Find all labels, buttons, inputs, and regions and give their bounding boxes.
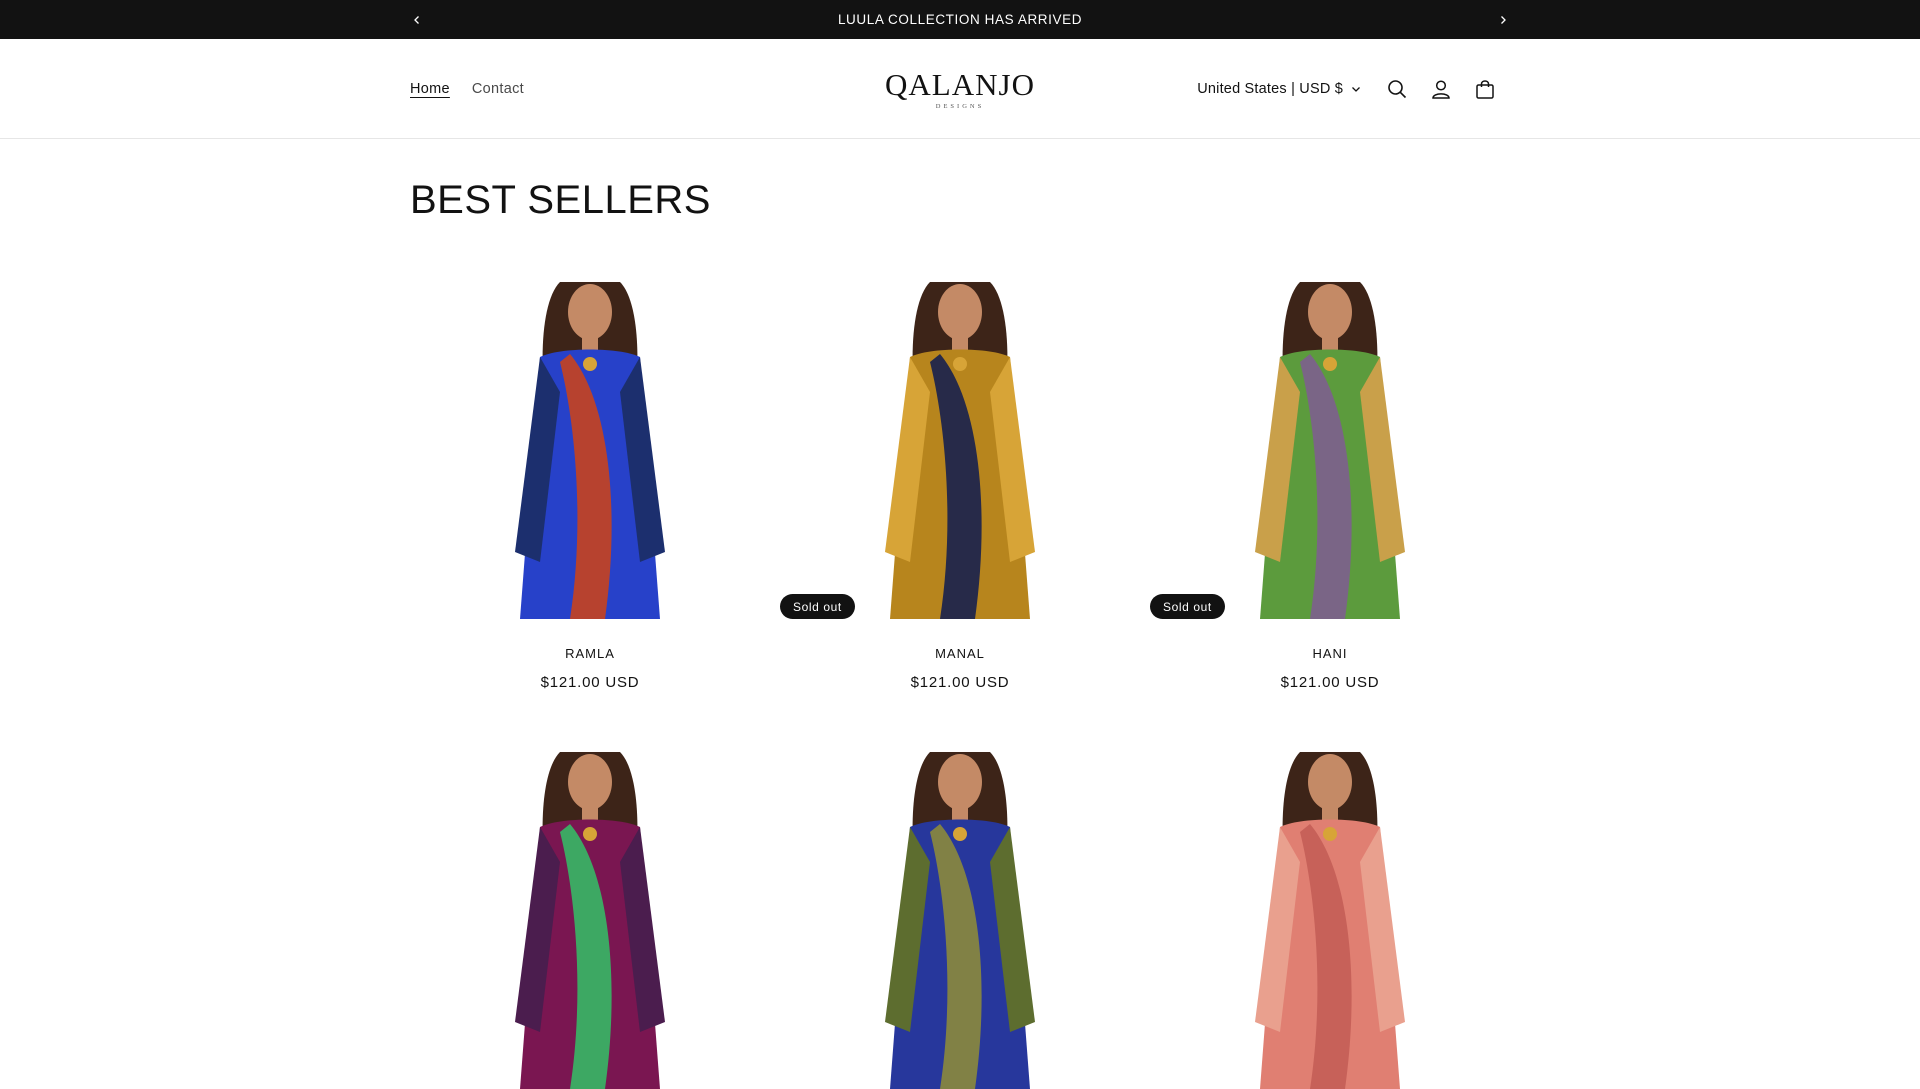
locale-label: United States | USD $ — [1197, 81, 1343, 97]
product-card[interactable] — [780, 732, 1140, 1089]
product-price: $121.00 USD — [780, 674, 1140, 691]
product-image[interactable] — [780, 732, 1140, 1089]
model-photo — [1150, 262, 1510, 619]
nav-contact[interactable]: Contact — [472, 81, 524, 97]
face-shape — [938, 754, 982, 810]
model-photo — [1150, 732, 1510, 1089]
product-card[interactable] — [410, 732, 770, 1089]
main-nav: Home Contact — [410, 39, 524, 139]
face-shape — [1308, 284, 1352, 340]
face-shape — [568, 754, 612, 810]
product-card[interactable] — [1150, 732, 1510, 1089]
chevron-left-icon[interactable] — [402, 0, 432, 39]
chevron-down-icon — [1351, 84, 1361, 94]
brand-tagline: DESIGNS — [936, 103, 984, 110]
product-image[interactable] — [1150, 732, 1510, 1089]
necklace-shape — [583, 827, 597, 841]
model-photo — [410, 262, 770, 619]
product-image[interactable]: Sold out — [780, 262, 1140, 619]
product-price: $121.00 USD — [1150, 674, 1510, 691]
product-title[interactable]: HANI — [1150, 646, 1510, 661]
account-icon[interactable] — [1419, 67, 1463, 111]
face-shape — [568, 284, 612, 340]
product-image[interactable] — [410, 732, 770, 1089]
brand-logo[interactable]: QALANJO DESIGNS — [880, 57, 1040, 121]
product-title[interactable]: MANAL — [780, 646, 1140, 661]
announcement-text[interactable]: LUULA COLLECTION HAS ARRIVED — [838, 12, 1082, 27]
nav-home[interactable]: Home — [410, 81, 450, 97]
announcement-bar: LUULA COLLECTION HAS ARRIVED — [0, 0, 1920, 39]
model-photo — [780, 732, 1140, 1089]
product-card[interactable]: Sold out MANAL $121.00 USD — [780, 262, 1140, 691]
necklace-shape — [953, 827, 967, 841]
chevron-right-icon[interactable] — [1488, 0, 1518, 39]
locale-selector[interactable]: United States | USD $ — [1197, 81, 1361, 97]
sold-out-badge: Sold out — [780, 594, 855, 619]
face-shape — [938, 284, 982, 340]
sold-out-badge: Sold out — [1150, 594, 1225, 619]
model-photo — [780, 262, 1140, 619]
product-card[interactable]: Sold out HANI $121.00 USD — [1150, 262, 1510, 691]
product-image[interactable]: Sold out — [1150, 262, 1510, 619]
product-card[interactable]: RAMLA $121.00 USD — [410, 262, 770, 691]
product-price: $121.00 USD — [410, 674, 770, 691]
header-tools: United States | USD $ — [1197, 39, 1507, 139]
necklace-shape — [953, 357, 967, 371]
site-header: Home Contact QALANJO DESIGNS United Stat… — [0, 39, 1920, 139]
face-shape — [1308, 754, 1352, 810]
cart-icon[interactable] — [1463, 67, 1507, 111]
model-photo — [410, 732, 770, 1089]
brand-name: QALANJO — [885, 69, 1035, 100]
product-title[interactable]: RAMLA — [410, 646, 770, 661]
necklace-shape — [583, 357, 597, 371]
search-icon[interactable] — [1375, 67, 1419, 111]
product-image[interactable] — [410, 262, 770, 619]
necklace-shape — [1323, 827, 1337, 841]
section-title: BEST SELLERS — [410, 178, 711, 223]
necklace-shape — [1323, 357, 1337, 371]
